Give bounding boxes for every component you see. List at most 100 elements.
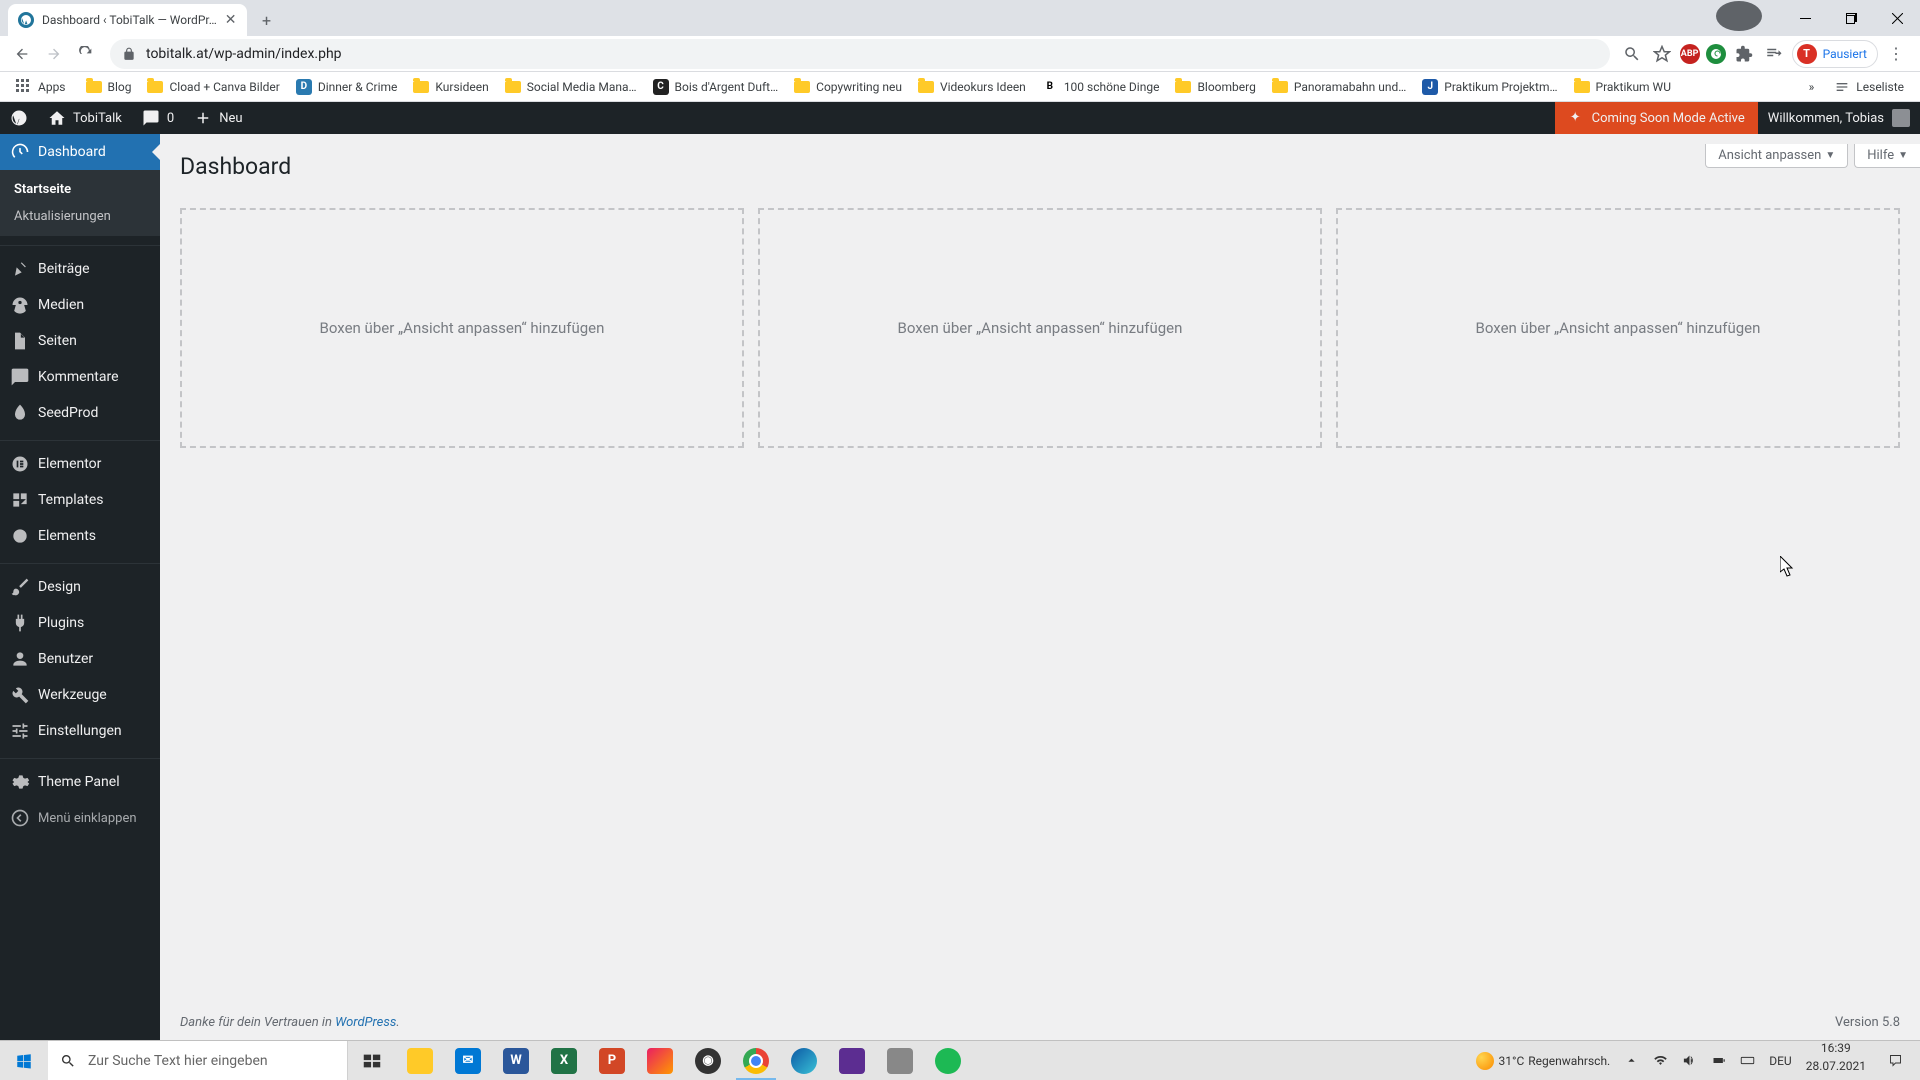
elements-icon: [10, 526, 30, 546]
tray-overflow[interactable]: [1618, 1041, 1645, 1080]
menu-pages[interactable]: Seiten: [0, 323, 160, 359]
bookmark-item[interactable]: Bloomberg: [1167, 75, 1263, 99]
menu-templates[interactable]: Templates: [0, 482, 160, 518]
window-minimize-button[interactable]: [1782, 3, 1828, 33]
tray-clock[interactable]: 16:3928.07.2021: [1800, 1041, 1872, 1080]
menu-design[interactable]: Design: [0, 569, 160, 605]
tray-volume-icon[interactable]: [1676, 1041, 1703, 1080]
nav-forward-button[interactable]: [40, 40, 68, 68]
browser-tab-active[interactable]: Dashboard ‹ TobiTalk — WordPr… ✕: [8, 4, 247, 36]
bookmarks-overflow-icon[interactable]: »: [1803, 80, 1821, 94]
adblock-extension-icon[interactable]: ABP: [1680, 44, 1700, 64]
bookmark-item[interactable]: Blog: [78, 75, 140, 99]
tray-language[interactable]: DEU: [1763, 1041, 1797, 1080]
main-content: Dashboard Ansicht anpassen▼ Hilfe▼ Boxen…: [160, 134, 1920, 1040]
start-button[interactable]: [0, 1041, 48, 1080]
screen-options-button[interactable]: Ansicht anpassen▼: [1705, 144, 1848, 168]
address-bar[interactable]: tobitalk.at/wp-admin/index.php: [110, 39, 1610, 69]
tray-keyboard-icon[interactable]: [1734, 1041, 1761, 1080]
widget-dropzone-1[interactable]: Boxen über „Ansicht anpassen“ hinzufügen: [180, 208, 744, 448]
bookmark-item[interactable]: CBois d'Argent Duft…: [645, 75, 787, 99]
profile-chip[interactable]: T Pausiert: [1792, 40, 1878, 68]
taskbar-explorer[interactable]: [396, 1041, 444, 1080]
taskbar-app-2[interactable]: [828, 1041, 876, 1080]
leaf-icon: [1568, 110, 1584, 126]
widget-dropzone-2[interactable]: Boxen über „Ansicht anpassen“ hinzufügen: [758, 208, 1322, 448]
menu-comments[interactable]: Kommentare: [0, 359, 160, 395]
taskbar-spotify[interactable]: [924, 1041, 972, 1080]
menu-posts[interactable]: Beiträge: [0, 251, 160, 287]
menu-media[interactable]: Medien: [0, 287, 160, 323]
folder-icon: [505, 81, 521, 93]
folder-icon: [147, 81, 163, 93]
window-maximize-button[interactable]: [1828, 3, 1874, 33]
taskbar-edge[interactable]: [780, 1041, 828, 1080]
folder-icon: [413, 81, 429, 93]
taskbar-chrome[interactable]: [732, 1041, 780, 1080]
taskbar-excel[interactable]: X: [540, 1041, 588, 1080]
task-view-button[interactable]: [348, 1041, 396, 1080]
menu-elementor[interactable]: Elementor: [0, 446, 160, 482]
taskbar-app-3[interactable]: [876, 1041, 924, 1080]
tab-close-icon[interactable]: ✕: [225, 12, 237, 28]
new-content-menu[interactable]: Neu: [184, 102, 252, 134]
new-tab-button[interactable]: +: [253, 6, 281, 34]
weather-widget[interactable]: 31°C Regenwahrsch.: [1470, 1041, 1616, 1080]
lock-icon: [122, 47, 136, 61]
bookmark-item[interactable]: DDinner & Crime: [288, 75, 406, 99]
taskbar-search[interactable]: Zur Suche Text hier eingeben: [48, 1041, 348, 1080]
bookmark-item[interactable]: JPraktikum Projektm…: [1414, 75, 1565, 99]
menu-settings[interactable]: Einstellungen: [0, 713, 160, 749]
coming-soon-badge[interactable]: Coming Soon Mode Active: [1555, 102, 1758, 134]
menu-dashboard[interactable]: Dashboard: [0, 134, 160, 170]
bookmark-item[interactable]: Praktikum WU: [1566, 75, 1679, 99]
submenu-updates[interactable]: Aktualisierungen: [0, 203, 160, 230]
account-indicator-icon[interactable]: [1716, 1, 1762, 31]
menu-tools[interactable]: Werkzeuge: [0, 677, 160, 713]
bookmark-item[interactable]: Kursideen: [405, 75, 496, 99]
action-center-button[interactable]: [1874, 1041, 1916, 1080]
collapse-icon: [10, 808, 30, 828]
apps-button[interactable]: Apps: [8, 75, 74, 99]
bookmark-item[interactable]: Copywriting neu: [786, 75, 910, 99]
bookmark-item[interactable]: Videokurs Ideen: [910, 75, 1034, 99]
bookmark-item[interactable]: Social Media Mana…: [497, 75, 645, 99]
zoom-icon[interactable]: [1620, 42, 1644, 66]
bookmark-item[interactable]: Cload + Canva Bilder: [139, 75, 287, 99]
dashboard-widgets: Boxen über „Ansicht anpassen“ hinzufügen…: [180, 208, 1900, 448]
tray-battery-icon[interactable]: [1705, 1041, 1732, 1080]
taskbar-obs[interactable]: ◉: [684, 1041, 732, 1080]
wordpress-link[interactable]: WordPress: [335, 1015, 396, 1030]
user-account-menu[interactable]: Willkommen, Tobias: [1758, 102, 1920, 134]
wp-logo-menu[interactable]: [0, 102, 38, 134]
widget-dropzone-3[interactable]: Boxen über „Ansicht anpassen“ hinzufügen: [1336, 208, 1900, 448]
comments-menu[interactable]: 0: [132, 102, 184, 134]
menu-theme-panel[interactable]: Theme Panel: [0, 764, 160, 800]
nav-reload-button[interactable]: [72, 40, 100, 68]
nav-back-button[interactable]: [8, 40, 36, 68]
site-favicon-icon: C: [653, 79, 669, 95]
bookmark-item[interactable]: Panoramabahn und…: [1264, 75, 1414, 99]
help-button[interactable]: Hilfe▼: [1854, 144, 1920, 168]
bookmark-item[interactable]: B100 schöne Dinge: [1034, 75, 1168, 99]
taskbar-mail[interactable]: ✉: [444, 1041, 492, 1080]
grammarly-extension-icon[interactable]: [1706, 44, 1726, 64]
menu-plugins[interactable]: Plugins: [0, 605, 160, 641]
reading-list-toolbar-icon[interactable]: [1762, 42, 1786, 66]
gear-icon: [10, 772, 30, 792]
tray-network-icon[interactable]: [1647, 1041, 1674, 1080]
taskbar-app-1[interactable]: [636, 1041, 684, 1080]
taskbar-powerpoint[interactable]: P: [588, 1041, 636, 1080]
menu-seedprod[interactable]: SeedProd: [0, 395, 160, 431]
menu-users[interactable]: Benutzer: [0, 641, 160, 677]
reading-list-button[interactable]: Leseliste: [1826, 75, 1912, 99]
browser-menu-button[interactable]: ⋮: [1884, 44, 1908, 63]
collapse-menu[interactable]: Menü einklappen: [0, 800, 160, 836]
window-close-button[interactable]: [1874, 3, 1920, 33]
site-name-menu[interactable]: TobiTalk: [38, 102, 132, 134]
taskbar-word[interactable]: W: [492, 1041, 540, 1080]
submenu-home[interactable]: Startseite: [0, 176, 160, 203]
menu-elements[interactable]: Elements: [0, 518, 160, 554]
bookmark-star-icon[interactable]: [1650, 42, 1674, 66]
extensions-icon[interactable]: [1732, 42, 1756, 66]
